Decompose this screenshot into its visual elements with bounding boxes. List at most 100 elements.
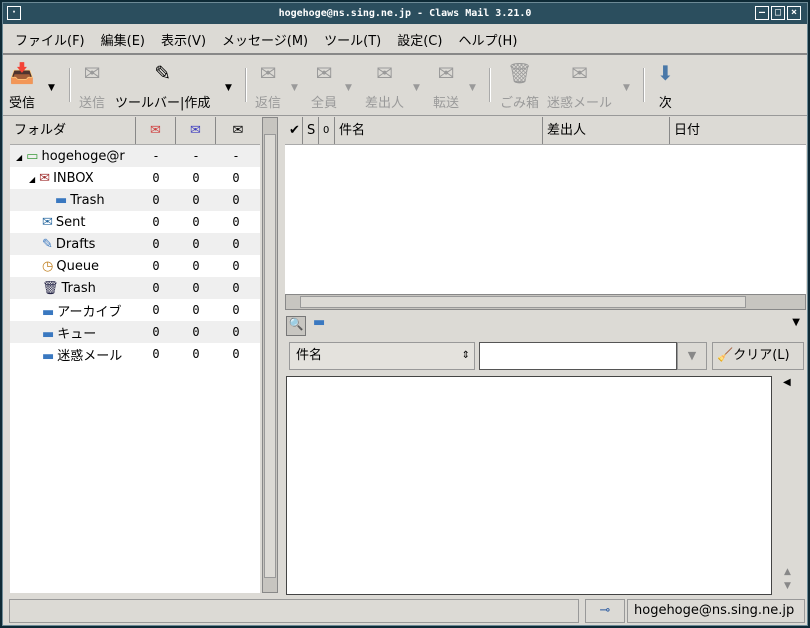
menu-tools[interactable]: ツール(T)	[324, 30, 381, 49]
folder-scrollbar[interactable]	[262, 117, 278, 593]
quicksearch-menu-arrow[interactable]: ▼	[792, 317, 800, 328]
folder-name: キュー	[57, 326, 97, 342]
send-icon: ✉	[83, 61, 101, 85]
col-subject[interactable]: 件名	[335, 117, 543, 144]
menu-file[interactable]: ファイル(F)	[15, 30, 85, 49]
folder-name: Trash	[70, 192, 105, 208]
col-from[interactable]: 差出人	[543, 117, 670, 144]
reply-sender-button[interactable]: ✉ 差出人	[365, 60, 404, 111]
reply-sender-dropdown[interactable]: ▼	[413, 83, 420, 93]
sent-icon: ✉	[42, 214, 53, 230]
next-button[interactable]: ⬇ 次	[657, 60, 674, 111]
next-label: 次	[658, 96, 672, 111]
new-count: 0	[152, 281, 160, 295]
folder-item[interactable]: ▬ 迷惑メール 0 0 0	[10, 343, 260, 365]
message-view[interactable]	[286, 376, 772, 595]
new-count: 0	[152, 259, 160, 273]
compose-button[interactable]: ✎ ツールバー|作成	[115, 60, 210, 111]
message-view-scroll-arrows[interactable]: ▲ ▼	[784, 565, 791, 593]
col-attachment[interactable]: 0	[319, 117, 335, 144]
spam-dropdown[interactable]: ▼	[623, 83, 630, 93]
menu-edit[interactable]: 編集(E)	[101, 30, 145, 49]
unread-count: 0	[192, 171, 200, 185]
folder-item[interactable]: ▬ Trash 0 0 0	[10, 189, 260, 211]
folder-item[interactable]: 🗑 Trash 0 0 0	[10, 277, 260, 299]
reply-icon: ✉	[259, 61, 277, 85]
menu-help[interactable]: ヘルプ(H)	[458, 30, 517, 49]
new-count: 0	[152, 193, 160, 207]
message-list-hscrollbar[interactable]	[285, 294, 806, 310]
search-history-dropdown[interactable]: ▼	[677, 342, 707, 370]
receive-icon: 📥	[9, 61, 35, 85]
quicksearch-bar: 🔍 ▬ ▼	[285, 315, 806, 339]
main-window: · hogehoge@ns.sing.ne.jp - Claws Mail 3.…	[2, 2, 808, 626]
folder-tree: フォルダ ✉ ✉ ✉ ◢ ▭ hogehoge@r - - - ◢ ✉ INBOX 0 0 0 ▬ Tra…	[10, 117, 260, 593]
col-date[interactable]: 日付	[670, 117, 806, 144]
new-mail-icon[interactable]: ✉	[136, 117, 176, 144]
search-field-select[interactable]: 件名 ⇕	[289, 342, 475, 370]
spam-button[interactable]: ✉ 迷惑メール	[547, 60, 612, 111]
reply-all-label: 全員	[311, 96, 338, 111]
total-count: 0	[232, 303, 240, 317]
reply-dropdown[interactable]: ▼	[291, 83, 298, 93]
folder-item[interactable]: ◢ ▭ hogehoge@r - - -	[10, 145, 260, 167]
new-count: 0	[152, 347, 160, 361]
reply-all-button[interactable]: ✉ 全員	[311, 60, 337, 111]
separator	[643, 68, 645, 102]
inbox-icon: ✉	[39, 170, 51, 186]
folder-item[interactable]: ▬ アーカイブ 0 0 0	[10, 299, 260, 321]
clear-button[interactable]: 🧹クリア(L)	[712, 342, 804, 370]
reply-label: 返信	[255, 96, 282, 111]
window-menu-button[interactable]: ·	[7, 6, 21, 20]
search-input[interactable]	[479, 342, 677, 370]
col-check[interactable]: ✔	[285, 117, 303, 144]
account-status[interactable]: hogehoge@ns.sing.ne.jp	[627, 599, 805, 623]
compose-icon: ✎	[154, 61, 172, 85]
expander-arrow[interactable]: ◢	[29, 175, 35, 184]
total-count: 0	[232, 215, 240, 229]
folder-item[interactable]: ◢ ✉ INBOX 0 0 0	[10, 167, 260, 189]
new-count: 0	[152, 171, 160, 185]
reply-button[interactable]: ✉ 返信	[255, 60, 281, 111]
folder-icon[interactable]: ▬	[313, 315, 325, 330]
folder-name: INBOX	[53, 170, 94, 186]
status-message	[9, 599, 579, 623]
folder-column-header[interactable]: フォルダ	[10, 117, 136, 144]
new-count: 0	[152, 215, 160, 229]
unread-count: 0	[192, 237, 200, 251]
compose-dropdown[interactable]: ▼	[225, 83, 232, 93]
receive-button[interactable]: 📥 受信	[9, 60, 35, 111]
new-count: 0	[152, 325, 160, 339]
unread-mail-icon[interactable]: ✉	[176, 117, 216, 144]
folder-item[interactable]: ▬ キュー 0 0 0	[10, 321, 260, 343]
menu-bar: ファイル(F) 編集(E) 表示(V) メッセージ(M) ツール(T) 設定(C…	[3, 25, 807, 55]
trash-button[interactable]: 🗑 ごみ箱	[500, 60, 539, 111]
folder-item[interactable]: ✉ Sent 0 0 0	[10, 211, 260, 233]
forward-dropdown[interactable]: ▼	[469, 83, 476, 93]
receive-dropdown[interactable]: ▼	[48, 83, 55, 93]
close-button[interactable]: ×	[787, 6, 801, 20]
forward-icon: ✉	[437, 61, 455, 85]
message-list-header: ✔ S 0 件名 差出人 日付	[285, 117, 806, 145]
message-list-body[interactable]	[285, 145, 806, 294]
col-status[interactable]: S	[303, 117, 319, 144]
message-list: ✔ S 0 件名 差出人 日付	[285, 117, 806, 310]
menu-message[interactable]: メッセージ(M)	[222, 30, 308, 49]
menu-view[interactable]: 表示(V)	[161, 30, 206, 49]
expander-arrow[interactable]: ◢	[16, 153, 22, 162]
forward-button[interactable]: ✉ 転送	[433, 60, 459, 111]
send-button[interactable]: ✉ 送信	[79, 60, 105, 111]
reply-all-dropdown[interactable]: ▼	[345, 83, 352, 93]
maximize-button[interactable]: □	[771, 6, 785, 20]
minimize-button[interactable]: –	[755, 6, 769, 20]
total-mail-icon[interactable]: ✉	[216, 117, 260, 144]
message-view-collapse-arrow[interactable]: ◀	[783, 377, 791, 388]
toolbar: 📥 受信 ▼ ✉ 送信 ✎ ツールバー|作成 ▼ ✉ 返信 ▼ ✉ 全員 ▼ ✉ 差出人 ▼…	[3, 56, 807, 116]
search-toggle-icon[interactable]: 🔍	[286, 316, 306, 336]
online-plug-icon[interactable]: ⊸	[585, 599, 625, 623]
folder-item[interactable]: ✎ Drafts 0 0 0	[10, 233, 260, 255]
down-arrow-icon: ⬇	[657, 61, 674, 85]
menu-settings[interactable]: 設定(C)	[397, 30, 442, 49]
account-icon: ▭	[26, 148, 39, 164]
folder-item[interactable]: ◷ Queue 0 0 0	[10, 255, 260, 277]
